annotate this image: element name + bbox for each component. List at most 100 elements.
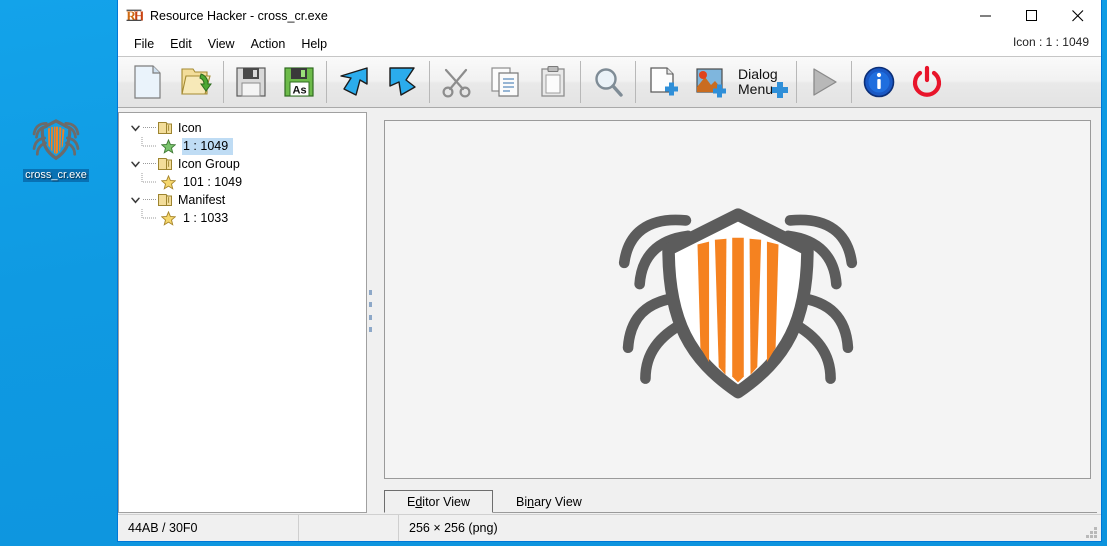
toolbar-separator — [635, 61, 636, 103]
save-button[interactable] — [227, 59, 275, 105]
beetle-app-icon — [30, 112, 82, 164]
tree-connector — [141, 137, 161, 155]
chevron-down-icon[interactable] — [127, 119, 143, 137]
tree-label: Icon — [178, 121, 202, 135]
menu-item-file[interactable]: File — [126, 34, 162, 54]
tree-connector — [143, 163, 156, 165]
tree-connector — [141, 209, 161, 227]
save-as-caption: As — [293, 85, 307, 97]
compile-run-button[interactable] — [800, 59, 848, 105]
play-triangle-icon — [807, 65, 841, 99]
current-resource-label: Icon : 1 : 1049 — [1013, 35, 1089, 49]
cut-button[interactable] — [433, 59, 481, 105]
tree-row-icon-1-1049[interactable]: 1 : 1049 — [127, 137, 366, 155]
editor-panel: Editor View Binary View — [374, 112, 1097, 513]
status-offset-size: 44AB / 30F0 — [118, 515, 298, 541]
tab-editor-view[interactable]: Editor View — [384, 490, 493, 513]
close-icon — [1072, 10, 1084, 22]
maximize-button[interactable] — [1009, 0, 1055, 31]
status-image-info: 256 × 256 (png) — [398, 515, 1101, 541]
tree-leaf-label: 101 : 1049 — [182, 174, 247, 191]
save-resource-button[interactable] — [330, 59, 378, 105]
power-icon — [910, 65, 944, 99]
toolbar-separator — [429, 61, 430, 103]
dialog-menu-icon: Dialog Menu — [736, 63, 792, 101]
toolbar-separator — [580, 61, 581, 103]
folder-icon — [157, 192, 173, 208]
resize-grip-icon[interactable] — [1084, 525, 1098, 539]
tree-row-manifest-1-1033[interactable]: 1 : 1033 — [127, 209, 366, 227]
chevron-down-icon[interactable] — [127, 191, 143, 209]
new-file-icon — [131, 64, 165, 100]
star-icon-yellow — [161, 211, 176, 226]
desktop-background: cross_cr.exe R H Resource Hacker - cross… — [0, 0, 1107, 546]
image-preview — [384, 120, 1091, 479]
chevron-down-icon[interactable] — [127, 155, 143, 173]
replace-resource-button[interactable] — [378, 59, 426, 105]
tree-node-icon: Icon 1 : 1049 — [127, 119, 366, 155]
toolbar-separator — [326, 61, 327, 103]
tree-node-icon-group: Icon Group 101 : 1049 — [127, 155, 366, 191]
replace-resource-arrow-icon — [384, 65, 420, 99]
resource-tree: Icon 1 : 1049 — [119, 113, 366, 227]
tree-row-icon[interactable]: Icon — [127, 119, 366, 137]
toolbar-separator — [223, 61, 224, 103]
main-content: Icon 1 : 1049 — [118, 108, 1101, 514]
tree-row-icon-group-101-1049[interactable]: 101 : 1049 — [127, 173, 366, 191]
tree-label: Icon Group — [178, 157, 240, 171]
toolbar-separator — [851, 61, 852, 103]
save-as-disk-icon: As — [282, 64, 316, 100]
save-disk-icon — [234, 64, 268, 100]
desktop-icon-label: cross_cr.exe — [23, 169, 89, 182]
title-bar[interactable]: R H Resource Hacker - cross_cr.exe — [118, 0, 1101, 31]
folder-icon — [157, 120, 173, 136]
tree-leaf-label: 1 : 1049 — [182, 138, 233, 155]
tree-connector — [143, 127, 156, 129]
resource-tree-panel[interactable]: Icon 1 : 1049 — [118, 112, 367, 513]
resource-hacker-window: R H Resource Hacker - cross_cr.exe — [117, 0, 1102, 542]
tree-node-manifest: Manifest 1 : 1033 — [127, 191, 366, 227]
search-icon — [591, 65, 625, 99]
toolbar-separator — [796, 61, 797, 103]
find-button[interactable] — [584, 59, 632, 105]
menu-item-edit[interactable]: Edit — [162, 34, 200, 54]
menu-item-view[interactable]: View — [200, 34, 243, 54]
menu-item-action[interactable]: Action — [243, 34, 294, 54]
desktop-icon-cross-cr[interactable]: cross_cr.exe — [6, 112, 106, 183]
add-file-icon — [646, 65, 680, 99]
scissors-icon — [440, 65, 474, 99]
add-binary-resource-button[interactable] — [639, 59, 687, 105]
exit-button[interactable] — [903, 59, 951, 105]
tree-row-manifest[interactable]: Manifest — [127, 191, 366, 209]
star-icon-green — [161, 139, 176, 154]
tab-binary-view[interactable]: Binary View — [493, 490, 605, 513]
splitter-grip — [369, 290, 372, 332]
save-as-button[interactable]: As — [275, 59, 323, 105]
open-file-button[interactable] — [172, 59, 220, 105]
status-empty — [298, 515, 398, 541]
copy-button[interactable] — [481, 59, 529, 105]
tree-connector — [143, 199, 156, 201]
add-image-resource-button[interactable] — [687, 59, 735, 105]
menu-item-help[interactable]: Help — [293, 34, 335, 54]
maximize-icon — [1026, 10, 1038, 22]
info-button[interactable] — [855, 59, 903, 105]
star-icon-yellow — [161, 175, 176, 190]
toolbar: As — [118, 56, 1101, 108]
tree-row-icon-group[interactable]: Icon Group — [127, 155, 366, 173]
dialog-menu-caption-2: Menu — [738, 81, 773, 97]
minimize-button[interactable] — [963, 0, 1009, 31]
panel-splitter[interactable] — [367, 108, 374, 514]
save-resource-arrow-icon — [336, 65, 372, 99]
add-dialog-menu-button[interactable]: Dialog Menu — [735, 59, 793, 105]
menu-bar: File Edit View Action Help Icon : 1 : 10… — [118, 31, 1101, 56]
window-title: Resource Hacker - cross_cr.exe — [150, 9, 328, 23]
paste-clipboard-icon — [536, 65, 570, 99]
new-file-button[interactable] — [124, 59, 172, 105]
close-button[interactable] — [1055, 0, 1101, 31]
tree-connector — [141, 173, 161, 191]
minimize-icon — [980, 10, 992, 22]
window-controls — [963, 0, 1101, 31]
paste-button[interactable] — [529, 59, 577, 105]
add-image-icon — [694, 65, 728, 99]
